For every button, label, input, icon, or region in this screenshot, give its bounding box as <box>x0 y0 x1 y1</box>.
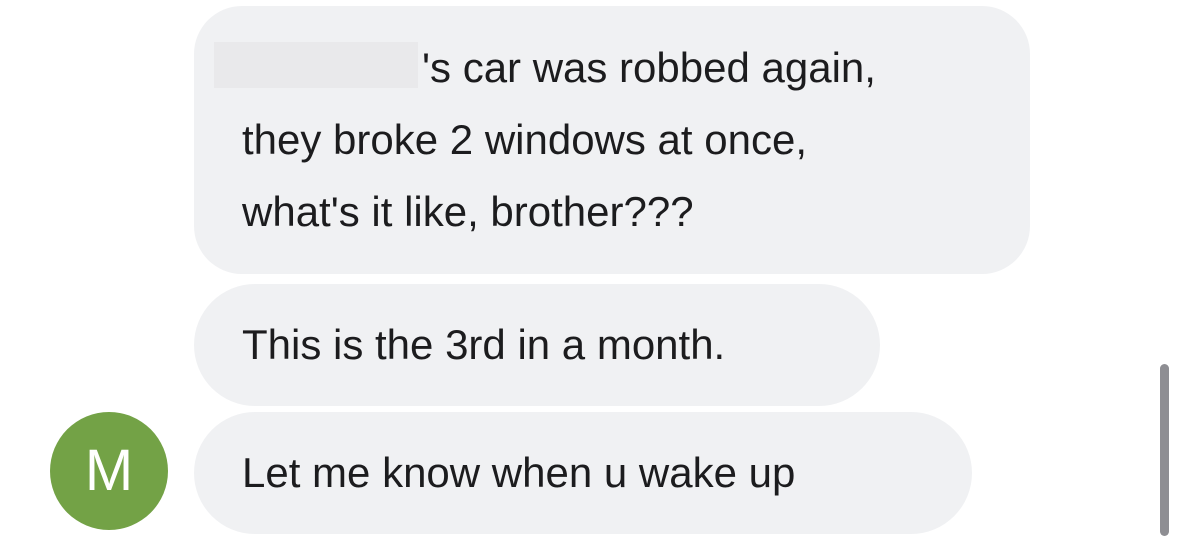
message-text: 's car was robbed again, <box>422 44 876 91</box>
scrollbar[interactable] <box>1160 364 1169 536</box>
message-line: 's car was robbed again, <box>214 32 990 104</box>
redacted-name <box>214 42 418 88</box>
message-line: they broke 2 windows at once, <box>242 116 807 163</box>
message-line: This is the 3rd in a month. <box>242 321 726 368</box>
avatar-initial: M <box>84 438 134 503</box>
message-bubble[interactable]: This is the 3rd in a month. <box>194 284 880 406</box>
sender-avatar[interactable]: M <box>50 412 168 530</box>
message-bubble[interactable]: 's car was robbed again, they broke 2 wi… <box>194 6 1030 274</box>
message-line: what's it like, brother??? <box>242 188 694 235</box>
message-line: Let me know when u wake up <box>242 449 796 496</box>
message-bubble[interactable]: Let me know when u wake up <box>194 412 972 534</box>
